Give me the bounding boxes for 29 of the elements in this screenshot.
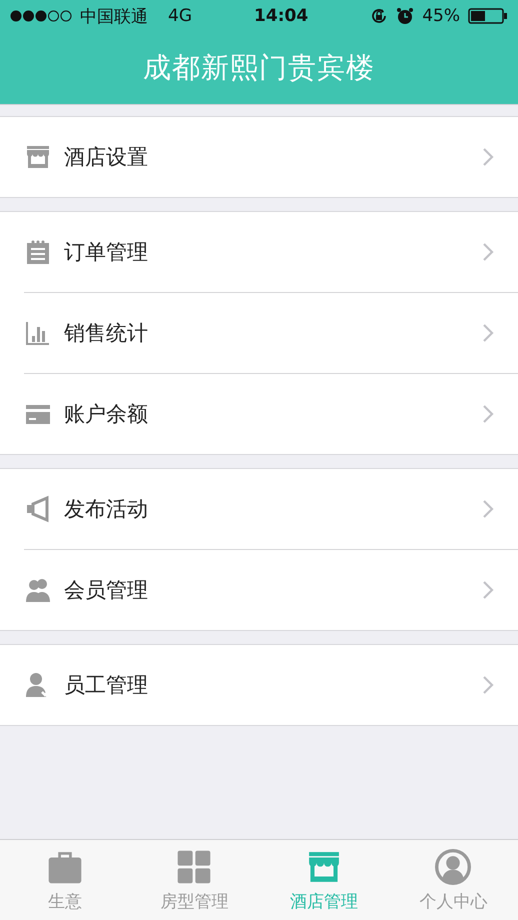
storefront-icon — [24, 143, 52, 171]
user-avatar-icon — [434, 848, 472, 886]
rotation-lock-icon — [370, 7, 388, 25]
menu-item[interactable]: 账户余额 — [24, 373, 518, 454]
menu-item[interactable]: 酒店设置 — [24, 117, 518, 197]
notepad-icon — [24, 238, 52, 266]
alarm-clock-icon — [396, 7, 414, 25]
chevron-right-icon — [482, 147, 494, 167]
menu-item[interactable]: 订单管理 — [24, 212, 518, 292]
clock-time: 14:04 — [254, 6, 308, 26]
chevron-right-icon — [482, 404, 494, 424]
menu-item[interactable]: 销售统计 — [24, 292, 518, 373]
chevron-right-icon — [482, 580, 494, 600]
network-type: 4G — [168, 6, 192, 26]
signal-strength-icon — [10, 10, 72, 22]
grid-icon — [175, 848, 214, 886]
chevron-right-icon — [482, 499, 494, 519]
menu-item[interactable]: 会员管理 — [24, 549, 518, 630]
menu-item[interactable]: 发布活动 — [24, 469, 518, 549]
carrier-name: 中国联通 — [80, 6, 148, 28]
bar-chart-icon — [24, 319, 52, 347]
chevron-right-icon — [482, 242, 494, 262]
chevron-right-icon — [482, 323, 494, 343]
people-icon — [24, 576, 52, 604]
battery-icon — [468, 8, 508, 24]
battery-percentage: 45% — [422, 6, 460, 26]
menu-item[interactable]: 员工管理 — [24, 645, 518, 725]
header-title: 成都新熙门贵宾楼 — [143, 50, 375, 86]
chevron-right-icon — [482, 675, 494, 695]
